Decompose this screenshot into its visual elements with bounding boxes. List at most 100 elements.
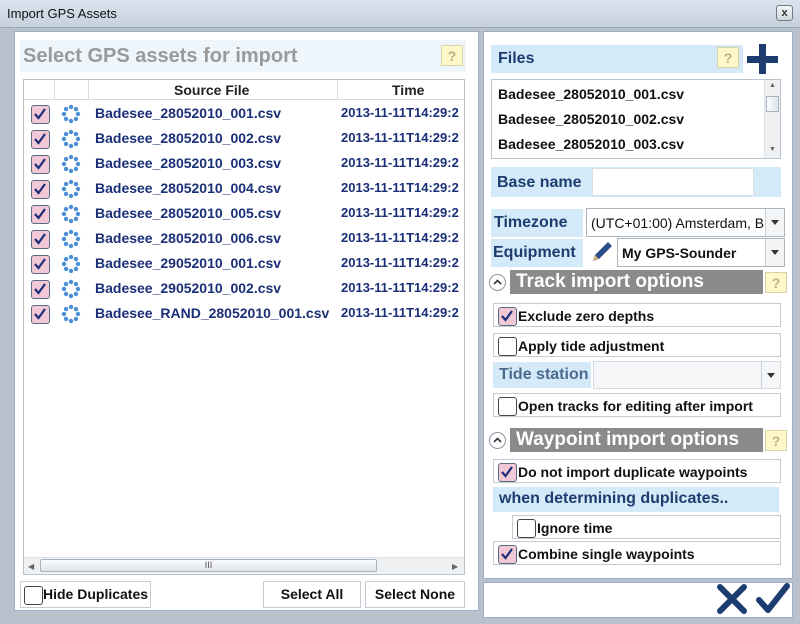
time-cell: 2013-11-11T14:29:2 <box>341 205 459 220</box>
apply-tide-option[interactable]: Apply tide adjustment <box>493 333 781 357</box>
time-cell: 2013-11-11T14:29:2 <box>341 305 459 320</box>
col-header-time[interactable]: Time <box>392 80 425 100</box>
table-row[interactable]: Badesee_28052010_006.csv 2013-11-11T14:29… <box>24 226 464 251</box>
title-bar <box>0 0 800 28</box>
hide-duplicates-toggle[interactable]: Hide Duplicates <box>20 581 151 608</box>
files-v-scrollbar[interactable]: ▲ ▼ <box>764 80 780 158</box>
scroll-up-icon[interactable]: ▲ <box>769 82 776 89</box>
scroll-left-icon[interactable]: ◀ <box>28 562 34 571</box>
row-checkbox[interactable] <box>31 305 50 324</box>
row-checkbox[interactable] <box>31 230 50 249</box>
table-row[interactable]: Badesee_28052010_004.csv 2013-11-11T14:29… <box>24 176 464 201</box>
track-help-icon[interactable]: ? <box>765 272 787 293</box>
row-checkbox[interactable] <box>31 105 50 124</box>
base-name-input[interactable] <box>592 168 754 196</box>
apply-tide-label: Apply tide adjustment <box>518 338 665 354</box>
add-file-icon[interactable] <box>745 42 781 76</box>
time-cell: 2013-11-11T14:29:2 <box>341 155 459 170</box>
loading-icon <box>61 279 81 299</box>
chevron-down-icon[interactable] <box>765 209 784 236</box>
open-tracks-option[interactable]: Open tracks for editing after import <box>493 393 781 417</box>
col-divider <box>88 80 89 100</box>
source-file-cell: Badesee_29052010_002.csv <box>95 280 282 296</box>
loading-icon <box>61 104 81 124</box>
col-header-source[interactable]: Source File <box>174 80 250 100</box>
time-cell: 2013-11-11T14:29:2 <box>341 280 459 295</box>
row-checkbox[interactable] <box>31 130 50 149</box>
hide-duplicates-checkbox[interactable] <box>24 586 43 605</box>
table-row[interactable]: Badesee_RAND_28052010_001.csv 2013-11-11T… <box>24 301 464 326</box>
file-item[interactable]: Badesee_28052010_002.csv <box>498 111 684 127</box>
select-all-button[interactable]: Select All <box>263 581 361 608</box>
grid-rows: Badesee_28052010_001.csv 2013-11-11T14:29… <box>24 101 464 551</box>
timezone-label: Timezone <box>491 209 583 237</box>
no-duplicates-option[interactable]: Do not import duplicate waypoints <box>493 459 781 483</box>
tide-station-select[interactable] <box>593 361 781 389</box>
cancel-icon[interactable] <box>715 583 749 615</box>
row-checkbox[interactable] <box>31 180 50 199</box>
row-checkbox[interactable] <box>31 205 50 224</box>
col-divider <box>54 80 55 100</box>
pencil-icon[interactable] <box>588 238 616 266</box>
loading-icon <box>61 204 81 224</box>
loading-icon <box>61 304 81 324</box>
combine-single-checkbox[interactable] <box>498 545 517 564</box>
row-checkbox[interactable] <box>31 280 50 299</box>
exclude-zero-checkbox[interactable] <box>498 307 517 326</box>
waypoint-help-icon[interactable]: ? <box>765 430 787 451</box>
loading-icon <box>61 254 81 274</box>
equipment-select[interactable]: My GPS-Sounder <box>617 238 785 267</box>
source-file-cell: Badesee_28052010_005.csv <box>95 205 282 221</box>
open-tracks-checkbox[interactable] <box>498 397 517 416</box>
loading-icon <box>61 229 81 249</box>
select-none-button[interactable]: Select None <box>365 581 465 608</box>
track-collapse-button[interactable] <box>489 274 506 291</box>
chevron-down-icon[interactable] <box>765 239 784 266</box>
table-row[interactable]: Badesee_29052010_002.csv 2013-11-11T14:29… <box>24 276 464 301</box>
left-help-icon[interactable]: ? <box>441 45 463 66</box>
no-duplicates-checkbox[interactable] <box>498 463 517 482</box>
time-cell: 2013-11-11T14:29:2 <box>341 130 459 145</box>
assets-grid: Source File Time Badesee_28052010_001.cs… <box>23 79 465 575</box>
time-cell: 2013-11-11T14:29:2 <box>341 180 459 195</box>
when-determining-label: when determining duplicates.. <box>493 487 779 512</box>
files-help-icon[interactable]: ? <box>717 47 739 68</box>
source-file-cell: Badesee_28052010_002.csv <box>95 130 282 146</box>
h-scroll-thumb[interactable]: III <box>40 559 377 572</box>
ignore-time-checkbox[interactable] <box>517 519 536 538</box>
table-row[interactable]: Badesee_28052010_003.csv 2013-11-11T14:29… <box>24 151 464 176</box>
source-file-cell: Badesee_29052010_001.csv <box>95 255 282 271</box>
combine-single-option[interactable]: Combine single waypoints <box>493 541 781 565</box>
file-item[interactable]: Badesee_28052010_003.csv <box>498 136 684 152</box>
scroll-down-icon[interactable]: ▼ <box>769 146 776 153</box>
timezone-select[interactable]: (UTC+01:00) Amsterdam, B <box>586 208 785 237</box>
files-scroll-thumb[interactable] <box>766 96 779 112</box>
open-tracks-label: Open tracks for editing after import <box>518 398 753 414</box>
apply-tide-checkbox[interactable] <box>498 337 517 356</box>
row-checkbox[interactable] <box>31 155 50 174</box>
close-button[interactable]: x <box>776 5 793 21</box>
equipment-value: My GPS-Sounder <box>622 245 737 261</box>
ignore-time-label: Ignore time <box>537 520 613 536</box>
waypoint-collapse-button[interactable] <box>489 432 506 449</box>
chevron-down-icon[interactable] <box>761 362 780 388</box>
hide-duplicates-label: Hide Duplicates <box>43 586 149 602</box>
file-item[interactable]: Badesee_28052010_001.csv <box>498 86 684 102</box>
confirm-icon[interactable] <box>755 583 791 615</box>
table-row[interactable]: Badesee_28052010_005.csv 2013-11-11T14:29… <box>24 201 464 226</box>
exclude-zero-option[interactable]: Exclude zero depths <box>493 303 781 327</box>
tide-station-label: Tide station <box>493 362 591 388</box>
table-row[interactable]: Badesee_28052010_001.csv 2013-11-11T14:29… <box>24 101 464 126</box>
row-checkbox[interactable] <box>31 255 50 274</box>
scroll-right-icon[interactable]: ▶ <box>452 562 458 571</box>
source-file-cell: Badesee_28052010_003.csv <box>95 155 282 171</box>
combine-single-label: Combine single waypoints <box>518 546 695 562</box>
base-name-label: Base name <box>497 174 582 191</box>
no-duplicates-label: Do not import duplicate waypoints <box>518 464 748 480</box>
ignore-time-option[interactable]: Ignore time <box>512 515 781 539</box>
time-cell: 2013-11-11T14:29:2 <box>341 105 459 120</box>
table-row[interactable]: Badesee_28052010_002.csv 2013-11-11T14:29… <box>24 126 464 151</box>
files-list[interactable]: Badesee_28052010_001.csv Badesee_2805201… <box>491 79 781 159</box>
table-row[interactable]: Badesee_29052010_001.csv 2013-11-11T14:29… <box>24 251 464 276</box>
source-file-cell: Badesee_28052010_004.csv <box>95 180 282 196</box>
